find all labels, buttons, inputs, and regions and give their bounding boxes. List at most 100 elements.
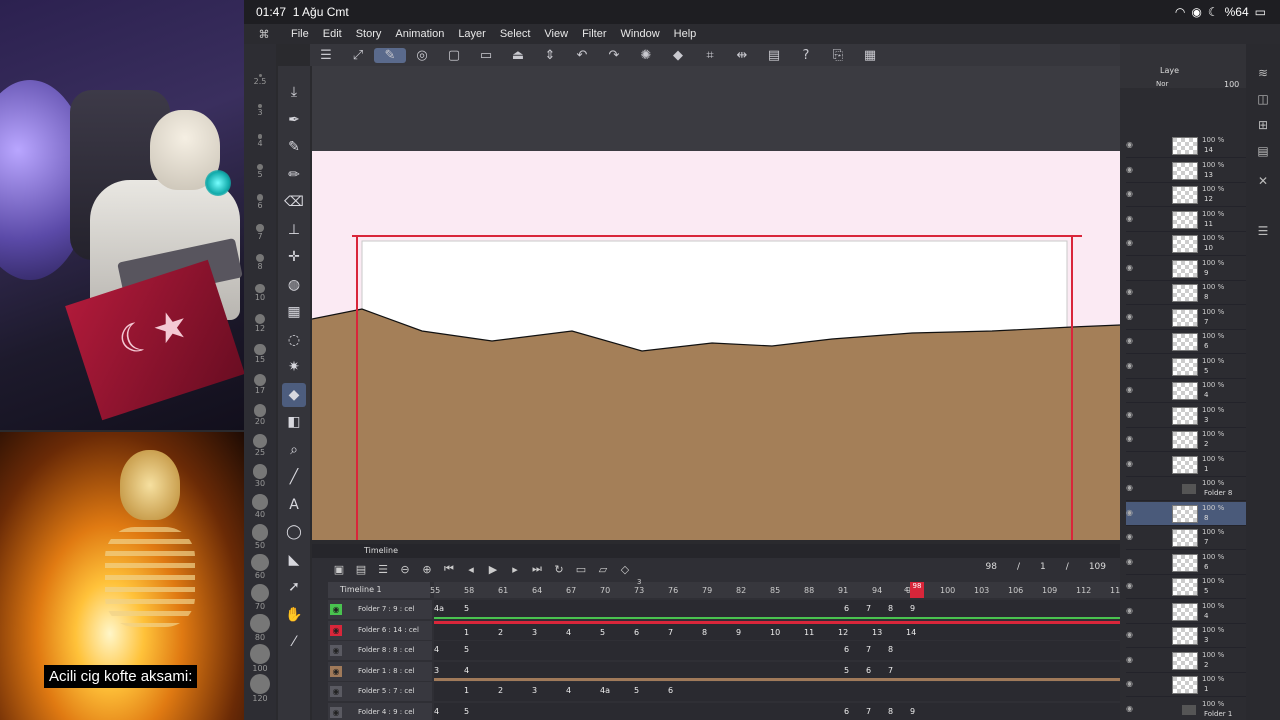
layer-folder[interactable]: ◉ 100 % Folder 1: [1126, 698, 1246, 720]
cel-label[interactable]: 5: [844, 666, 849, 675]
pen-icon[interactable]: ✒: [282, 108, 306, 132]
menu-icon[interactable]: ☰: [310, 48, 342, 63]
eye-icon[interactable]: ◉: [330, 624, 342, 636]
cel-label[interactable]: 7: [866, 604, 871, 613]
brush-size-5[interactable]: 5: [248, 164, 272, 179]
cel-label[interactable]: 8: [888, 707, 893, 716]
eye-icon[interactable]: ◉: [1126, 165, 1136, 174]
brush-size-30[interactable]: 30: [248, 464, 272, 488]
eye-icon[interactable]: ◉: [1126, 361, 1136, 370]
track-lane[interactable]: 3 4 5 6 7: [434, 661, 1120, 681]
eye-icon[interactable]: ◉: [1126, 557, 1136, 566]
track-lane[interactable]: 4 5 6 7 8 9: [434, 702, 1120, 720]
menu-help[interactable]: Help: [667, 28, 704, 40]
materials-icon[interactable]: ▤: [1255, 144, 1271, 160]
cel-label[interactable]: 9: [736, 628, 741, 637]
cel-label[interactable]: 4a: [434, 604, 444, 613]
cel-label[interactable]: 1: [464, 628, 469, 637]
layer-row[interactable]: ◉ 100 % 4: [1126, 379, 1246, 403]
layer-row[interactable]: ◉ 100 % 10: [1126, 232, 1246, 256]
download-icon[interactable]: ⤓: [282, 80, 306, 104]
cel-label[interactable]: 6: [844, 645, 849, 654]
picker-icon[interactable]: ⁄: [282, 630, 306, 654]
track-lane[interactable]: 4a 5 6 7 8 9: [434, 600, 1120, 619]
cel-icon[interactable]: ▭: [570, 563, 592, 576]
cel-label[interactable]: 1: [464, 686, 469, 695]
zoom-out-icon[interactable]: ⊖: [394, 563, 416, 576]
layer-row[interactable]: ◉ 100 % 3: [1126, 624, 1246, 648]
cel-label[interactable]: 6: [866, 666, 871, 675]
eyedropper-icon[interactable]: ⌕: [282, 438, 306, 462]
pen-mode-icon[interactable]: ✎: [374, 47, 406, 63]
text-icon[interactable]: A: [282, 493, 306, 517]
track-header[interactable]: ◉ Folder 8 : 8 : cel: [328, 641, 432, 660]
timeline-track[interactable]: ◉ Folder 5 : 7 : cel 1 2 3 4 4a 5 6: [328, 682, 1120, 702]
cel-label[interactable]: 4a: [600, 686, 610, 695]
settings-icon[interactable]: ▤: [350, 563, 372, 576]
undo-icon[interactable]: ↶: [566, 48, 598, 63]
eye-icon[interactable]: ◉: [1126, 606, 1136, 615]
eye-icon[interactable]: ◉: [1126, 140, 1136, 149]
transform-icon[interactable]: ⤢: [342, 48, 374, 63]
eye-icon[interactable]: ◉: [1126, 312, 1136, 321]
menu-animation[interactable]: Animation: [388, 28, 451, 40]
new-timeline-icon[interactable]: ▣: [328, 563, 350, 576]
layer-row[interactable]: ◉ 100 % 8: [1126, 501, 1246, 526]
fill-icon[interactable]: ◆: [662, 48, 694, 63]
gradient-icon[interactable]: ◧: [282, 410, 306, 434]
cel-label[interactable]: 4: [566, 628, 571, 637]
cel-label[interactable]: 6: [634, 628, 639, 637]
cel-label[interactable]: 8: [888, 604, 893, 613]
eye-icon[interactable]: ◉: [330, 686, 342, 697]
cel-label[interactable]: 4: [434, 645, 439, 654]
track-header[interactable]: ◉ Folder 7 : 9 : cel: [328, 600, 432, 619]
brush-size-120[interactable]: 120: [248, 674, 272, 703]
timeline-track[interactable]: ◉ Folder 6 : 14 : cel 1 2 3 4 5 6 7 8 9 10 11 12 13 14: [328, 620, 1120, 641]
lasso-icon[interactable]: ◌: [282, 328, 306, 352]
open-icon[interactable]: ▭: [470, 48, 502, 63]
playhead[interactable]: 98: [910, 582, 924, 598]
eye-icon[interactable]: ◉: [1126, 630, 1136, 639]
eye-icon[interactable]: ◉: [330, 706, 342, 718]
grid-icon[interactable]: ▦: [854, 48, 886, 63]
help-icon[interactable]: ?: [790, 48, 822, 63]
export-icon[interactable]: ⎘: [822, 48, 854, 63]
cel-label[interactable]: 6: [844, 707, 849, 716]
layers-icon[interactable]: ≋: [1255, 66, 1271, 82]
close-icon[interactable]: ✕: [1255, 174, 1271, 190]
list-icon[interactable]: ☰: [372, 563, 394, 576]
cel-label[interactable]: 9: [910, 604, 915, 613]
pencil-icon[interactable]: ✎: [282, 135, 306, 159]
track-header[interactable]: ◉ Folder 1 : 8 : cel: [328, 661, 432, 681]
keyframe-icon[interactable]: ◇: [614, 563, 636, 576]
layer-row[interactable]: ◉ 100 % 4: [1126, 600, 1246, 624]
cel-label[interactable]: 7: [866, 707, 871, 716]
operation-icon[interactable]: ➚: [282, 575, 306, 599]
cel-label[interactable]: 4: [464, 666, 469, 675]
layer-row[interactable]: ◉ 100 % 5: [1126, 575, 1246, 599]
cel-label[interactable]: 5: [600, 628, 605, 637]
magic-wand-icon[interactable]: ✷: [282, 355, 306, 379]
brush-size-8[interactable]: 8: [248, 254, 272, 271]
hand-icon[interactable]: ✋: [282, 603, 306, 627]
track-header[interactable]: ◉ Folder 6 : 14 : cel: [328, 620, 432, 640]
loop-icon[interactable]: ↻: [548, 563, 570, 576]
eye-icon[interactable]: ◉: [1126, 336, 1136, 345]
brush-size-6[interactable]: 6: [248, 194, 272, 210]
brush-size-70[interactable]: 70: [248, 584, 272, 611]
layer-folder[interactable]: ◉ 100 % Folder 8: [1126, 477, 1246, 501]
cel-label[interactable]: 6: [844, 604, 849, 613]
zoom-in-icon[interactable]: ⊕: [416, 563, 438, 576]
move-icon[interactable]: ✛: [282, 245, 306, 269]
redo-icon[interactable]: ↷: [598, 48, 630, 63]
new-file-icon[interactable]: ▢: [438, 48, 470, 63]
eye-icon[interactable]: ◉: [1126, 238, 1136, 247]
cel-label[interactable]: 8: [888, 645, 893, 654]
brush-size-60[interactable]: 60: [248, 554, 272, 580]
eye-icon[interactable]: ◉: [330, 604, 342, 615]
layer-row[interactable]: ◉ 100 % 14: [1126, 134, 1246, 158]
page-icon[interactable]: ▤: [758, 48, 790, 63]
blend-mode[interactable]: Nor: [1156, 80, 1168, 88]
eye-icon[interactable]: ◉: [1126, 287, 1136, 296]
cel-label[interactable]: 2: [498, 686, 503, 695]
